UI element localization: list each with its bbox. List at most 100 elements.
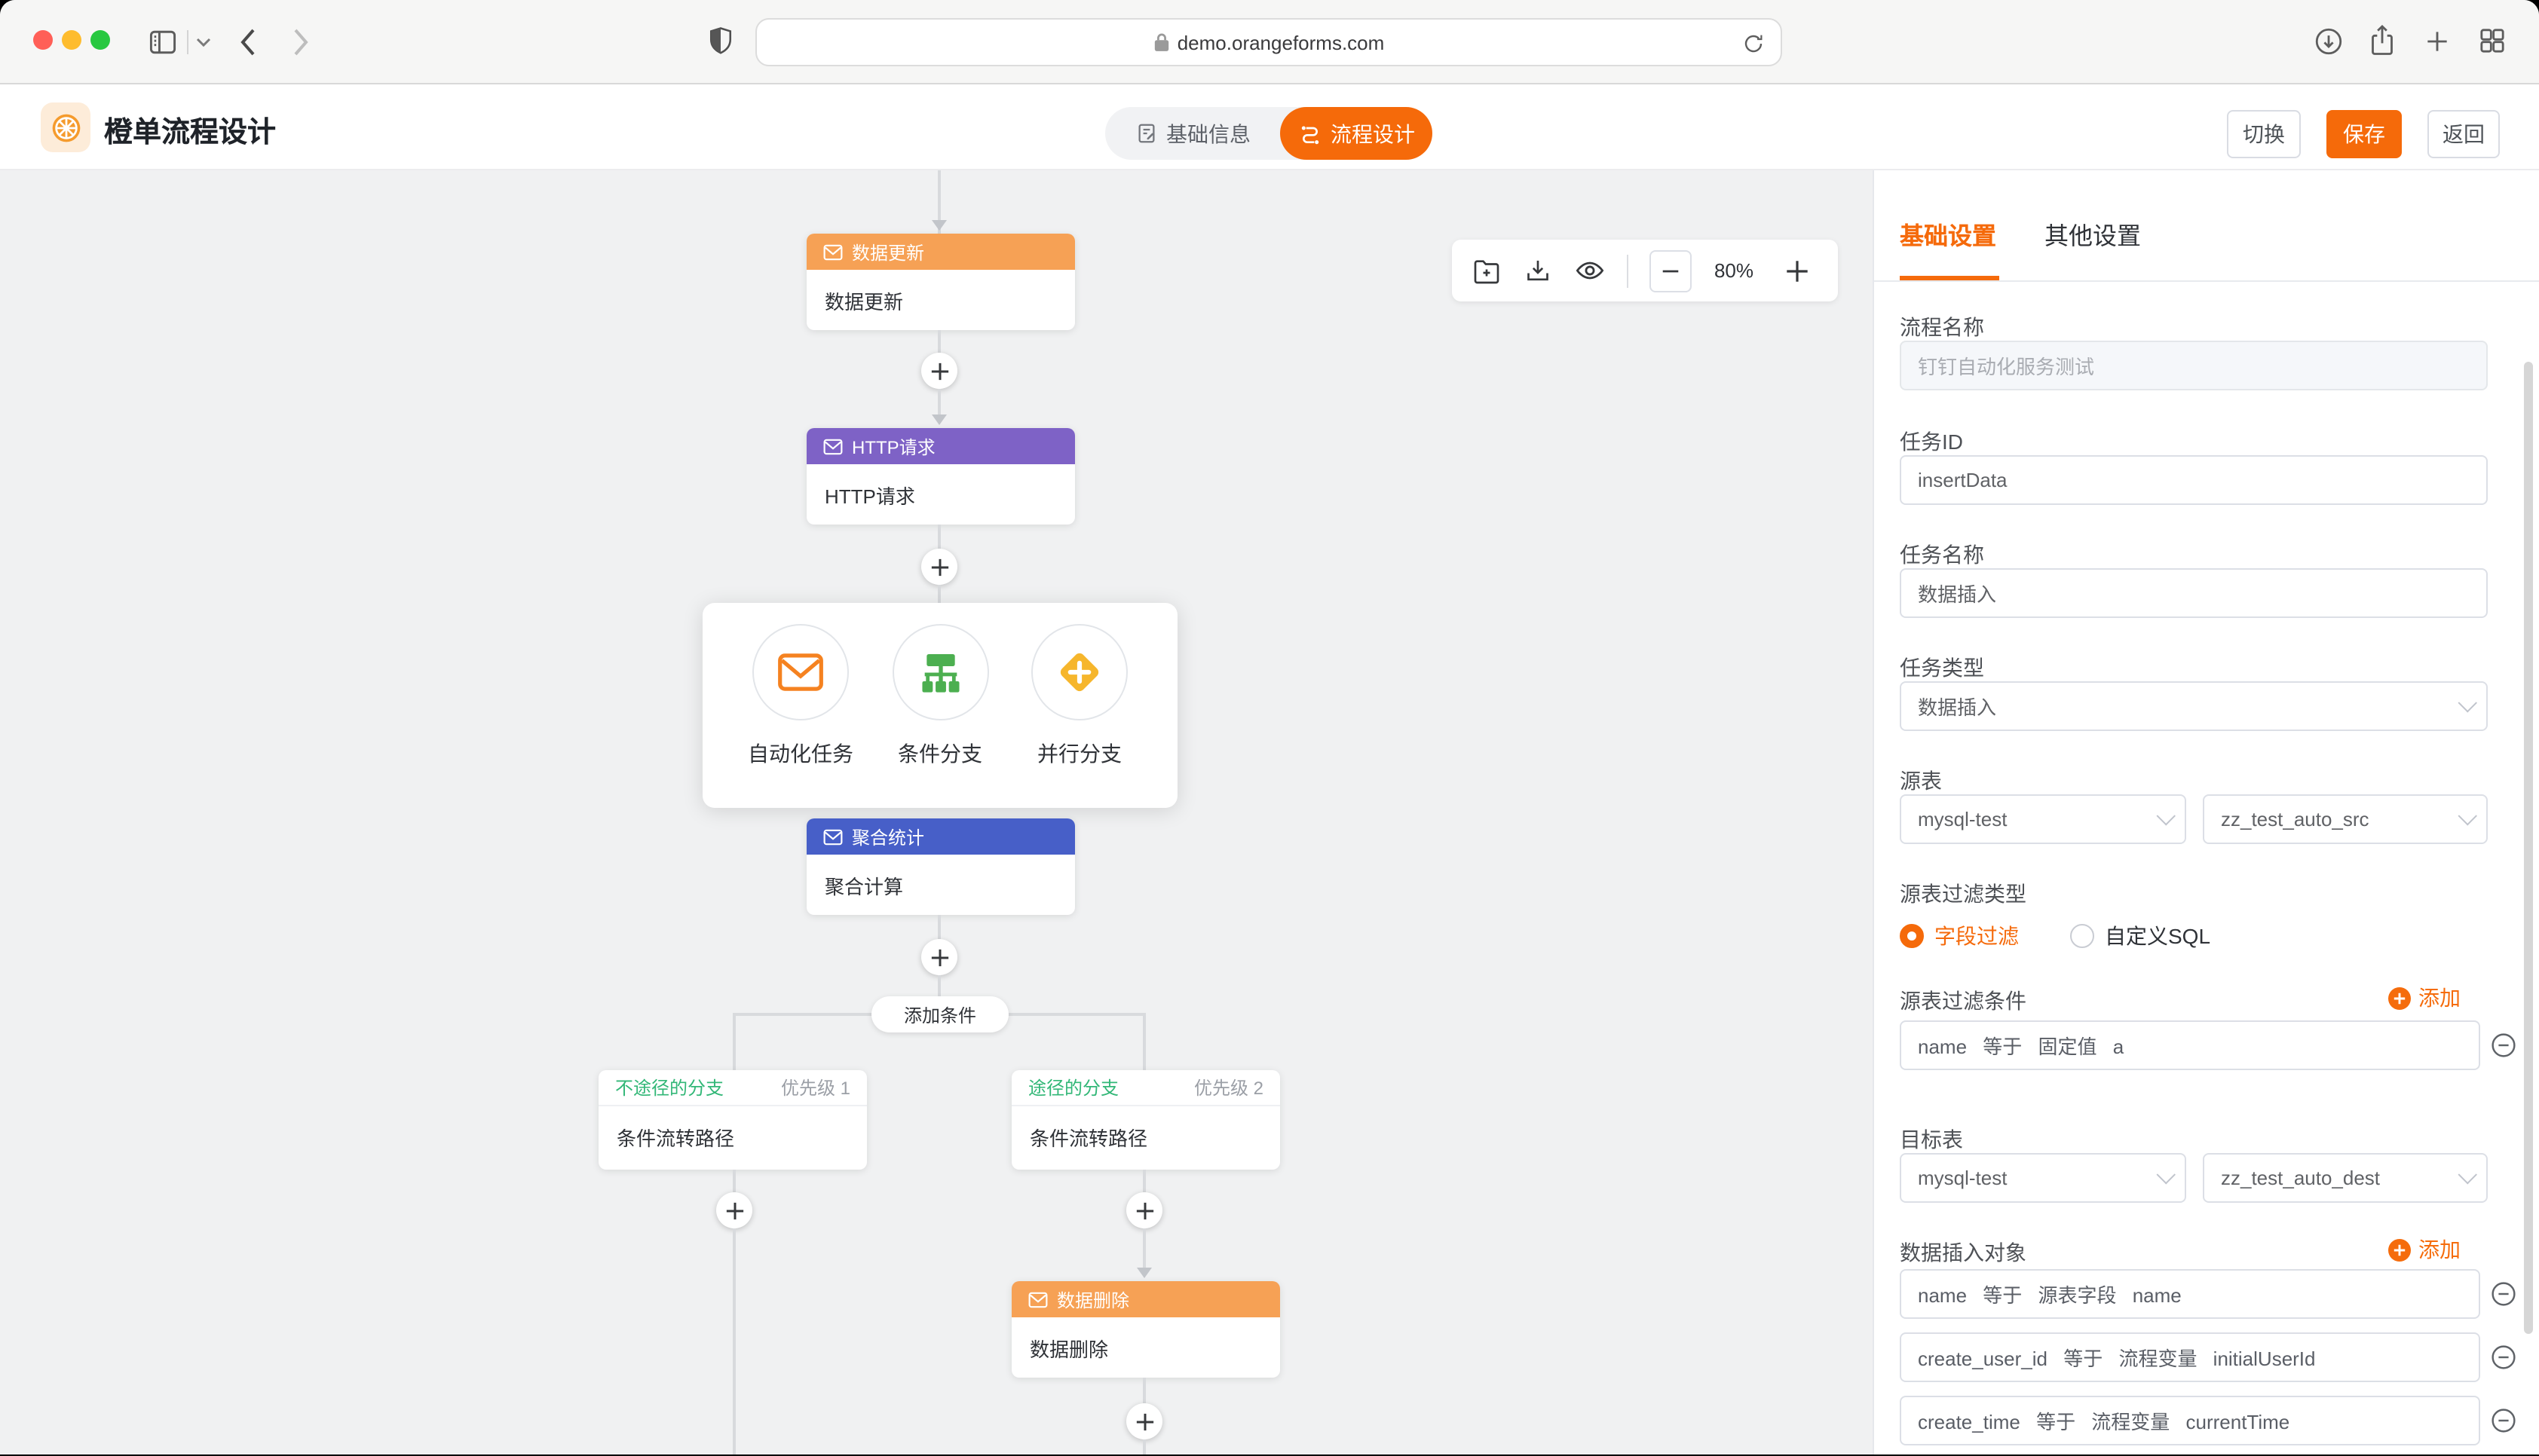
flow-connector [938,585,941,603]
forward-button[interactable] [291,26,311,59]
flow-canvas[interactable]: 数据更新 数据更新 HTTP请求 HTTP请求 [0,170,1873,1454]
target-table-select[interactable]: zz_test_auto_dest [2203,1153,2488,1203]
address-bar[interactable]: demo.orangeforms.com [755,18,1782,66]
insert-object-value[interactable]: create_user_id 等于 流程变量 initialUserId [1900,1332,2480,1382]
parallel-branch-circle[interactable] [1031,624,1128,720]
radio-custom-sql[interactable]: 自定义SQL [2070,921,2210,951]
add-node-button[interactable] [1126,1403,1162,1439]
plus-icon [1135,1201,1154,1220]
add-node-button[interactable] [1126,1192,1162,1228]
close-window-button[interactable] [33,30,53,50]
popup-item-label: 条件分支 [898,739,982,769]
page-title: 橙单流程设计 [104,110,276,151]
insert-object-row: name 等于 源表字段 name [1900,1269,2516,1319]
popup-item-automation-task[interactable]: 自动化任务 [736,624,865,808]
remove-object-button[interactable] [2491,1344,2516,1370]
flow-arrow-icon [932,414,947,425]
remove-object-button[interactable] [2491,1281,2516,1307]
back-to-list-button[interactable]: 返回 [2427,110,2500,158]
task-id-input[interactable] [1900,455,2488,505]
save-button[interactable]: 保存 [2326,110,2402,158]
panel-scrollbar[interactable] [2524,362,2533,1334]
add-filter-condition-button[interactable]: 添加 [2388,983,2461,1013]
chevron-down-icon [2157,1165,2176,1184]
branch-priority: 优先级 1 [781,1075,850,1100]
mail-icon [823,243,843,260]
preview-eye-button[interactable] [1573,254,1606,287]
popup-item-label: 自动化任务 [748,739,853,769]
export-download-button[interactable] [1521,254,1554,287]
privacy-shield-icon[interactable] [707,23,734,59]
node-data-delete-header: 数据删除 [1012,1281,1280,1317]
switch-button[interactable]: 切换 [2227,110,2301,158]
node-data-update[interactable]: 数据更新 数据更新 [807,234,1075,330]
flow-connector [1143,1228,1146,1269]
insert-object-value[interactable]: create_time 等于 流程变量 currentTime [1900,1396,2480,1445]
automation-task-circle[interactable] [752,624,849,720]
tab-flow-design[interactable]: 流程设计 [1280,107,1432,160]
process-name-input[interactable] [1900,341,2488,390]
screen: demo.orangeforms.com 橙单流程设计 基础信息 [0,0,2539,1456]
add-node-button[interactable] [716,1192,752,1228]
minus-circle-icon [2491,1032,2516,1058]
task-name-input[interactable] [1900,568,2488,618]
reload-button[interactable] [1741,30,1766,57]
popup-item-label: 并行分支 [1037,739,1122,769]
insert-objects-label: 数据插入对象 [1900,1237,2026,1268]
popup-item-parallel-branch[interactable]: 并行分支 [1015,624,1144,808]
add-insert-object-button[interactable]: 添加 [2388,1234,2461,1265]
minimize-window-button[interactable] [62,30,81,50]
filter-conditions-label: 源表过滤条件 [1900,986,2026,1016]
node-aggregate[interactable]: 聚合统计 聚合计算 [807,818,1075,915]
target-datasource-select[interactable]: mysql-test [1900,1153,2186,1203]
zoom-in-button[interactable] [1779,252,1815,289]
filter-condition-row: name 等于 固定值 a [1900,1020,2516,1070]
source-table-select[interactable]: zz_test_auto_src [2203,794,2488,844]
downloads-button[interactable] [2313,26,2345,57]
share-button[interactable] [2367,23,2397,59]
task-type-label: 任务类型 [1900,653,1984,683]
minus-icon [1662,262,1680,280]
chevron-down-icon [2458,693,2477,712]
remove-object-button[interactable] [2491,1408,2516,1433]
insert-object-value[interactable]: name 等于 源表字段 name [1900,1269,2480,1319]
tab-overview-button[interactable] [2477,26,2507,56]
back-button[interactable] [238,26,258,59]
remove-condition-button[interactable] [2491,1032,2516,1058]
tab-basic-info[interactable]: 基础信息 [1105,107,1280,160]
radio-field-filter[interactable]: 字段过滤 [1900,921,2019,951]
add-node-button[interactable] [921,549,957,585]
branch-card-no-pass[interactable]: 不途径的分支 优先级 1 条件流转路径 [599,1070,867,1170]
node-http-request-header: HTTP请求 [807,428,1075,464]
zoom-out-button[interactable] [1649,249,1692,292]
filter-condition-value[interactable]: name 等于 固定值 a [1900,1020,2480,1070]
add-node-button[interactable] [921,939,957,975]
mail-icon [1028,1291,1048,1308]
chevron-down-icon[interactable] [196,36,211,48]
add-node-button[interactable] [921,353,957,389]
node-data-delete[interactable]: 数据删除 数据删除 [1012,1281,1280,1378]
node-body-label: HTTP请求 [807,464,1075,525]
node-http-request[interactable]: HTTP请求 HTTP请求 [807,428,1075,525]
plus-icon [724,1201,744,1220]
task-name-label: 任务名称 [1900,540,1984,570]
source-datasource-select[interactable]: mysql-test [1900,794,2186,844]
task-type-select[interactable]: 数据插入 [1900,681,2488,731]
insert-object-row: create_user_id 等于 流程变量 initialUserId [1900,1332,2516,1382]
popup-item-condition-branch[interactable]: 条件分支 [875,624,1005,808]
add-condition-button[interactable]: 添加条件 [871,996,1009,1032]
source-datasource-value: mysql-test [1918,808,2007,830]
sidebar-toggle-icon[interactable] [146,26,179,59]
condition-branch-circle[interactable] [892,624,988,720]
new-file-button[interactable] [1470,254,1503,287]
minus-circle-icon [2491,1281,2516,1307]
diamond-plus-icon [1054,647,1105,698]
node-body-label: 数据删除 [1012,1317,1280,1378]
node-header-label: 数据更新 [852,239,924,265]
new-tab-button[interactable] [2423,27,2452,56]
source-table-value: zz_test_auto_src [2221,808,2369,830]
tab-other-settings[interactable]: 其他设置 [2044,216,2141,252]
fullscreen-window-button[interactable] [90,30,110,50]
tab-basic-settings[interactable]: 基础设置 [1900,216,1996,252]
branch-card-pass[interactable]: 途径的分支 优先级 2 条件流转路径 [1012,1070,1280,1170]
